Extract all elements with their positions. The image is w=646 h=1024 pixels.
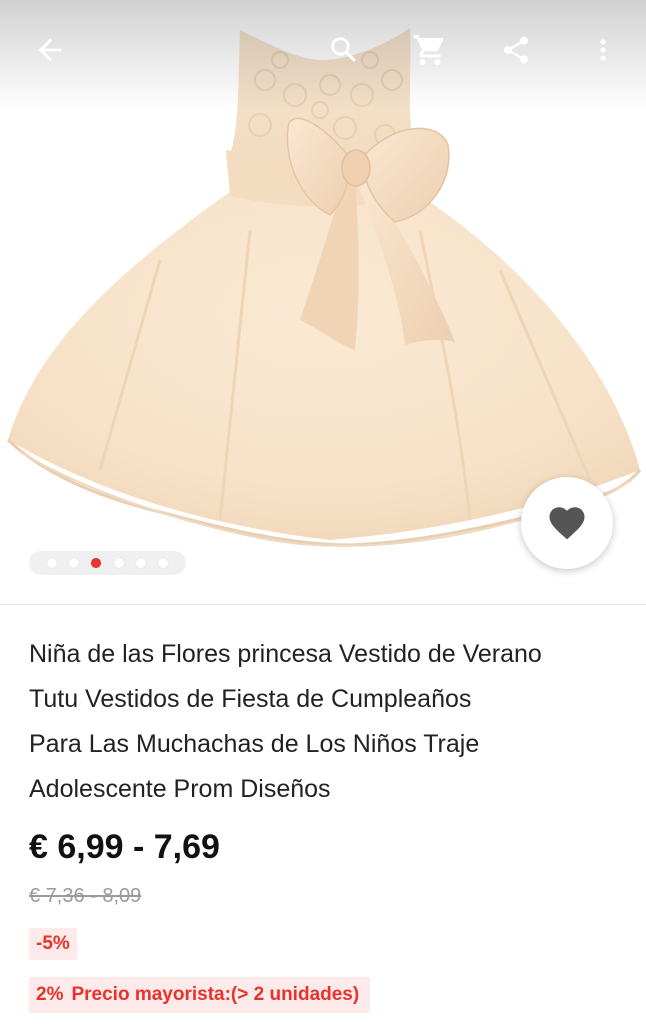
product-title-line: Tutu Vestidos de Fiesta de Cumpleaños	[29, 685, 472, 713]
heart-icon	[549, 507, 585, 540]
pager-dot[interactable]	[135, 558, 146, 568]
product-title-line: Niña de las Flores princesa Vestido de V…	[29, 640, 542, 668]
pager-dot[interactable]	[113, 558, 124, 568]
pager-dot-active[interactable]	[91, 558, 102, 568]
pager-dot[interactable]	[47, 558, 58, 568]
back-arrow-icon[interactable]	[24, 24, 76, 76]
cart-icon[interactable]	[404, 24, 456, 76]
search-icon[interactable]	[318, 24, 370, 76]
more-vert-icon[interactable]	[577, 24, 629, 76]
wishlist-button[interactable]	[521, 477, 613, 569]
discount-badge: -5%	[29, 928, 77, 960]
wholesale-text: Precio mayorista:(> 2 unidades)	[71, 984, 360, 1005]
section-divider	[0, 604, 646, 605]
product-title: Niña de las Flores princesa Vestido de V…	[29, 632, 629, 812]
original-price: € 7,36 - 8,09	[29, 885, 142, 907]
wholesale-badge: 2% Precio mayorista:(> 2 unidades)	[29, 977, 371, 1013]
product-price: € 6,99 - 7,69	[29, 828, 220, 866]
share-icon[interactable]	[490, 24, 542, 76]
image-pager[interactable]	[29, 551, 186, 575]
product-title-line: Para Las Muchachas de Los Niños Traje	[29, 730, 480, 758]
product-title-line: Adolescente Prom Diseños	[29, 775, 331, 803]
pager-dot[interactable]	[69, 558, 80, 568]
wholesale-percent: 2%	[36, 984, 64, 1005]
pager-dot[interactable]	[157, 558, 168, 568]
